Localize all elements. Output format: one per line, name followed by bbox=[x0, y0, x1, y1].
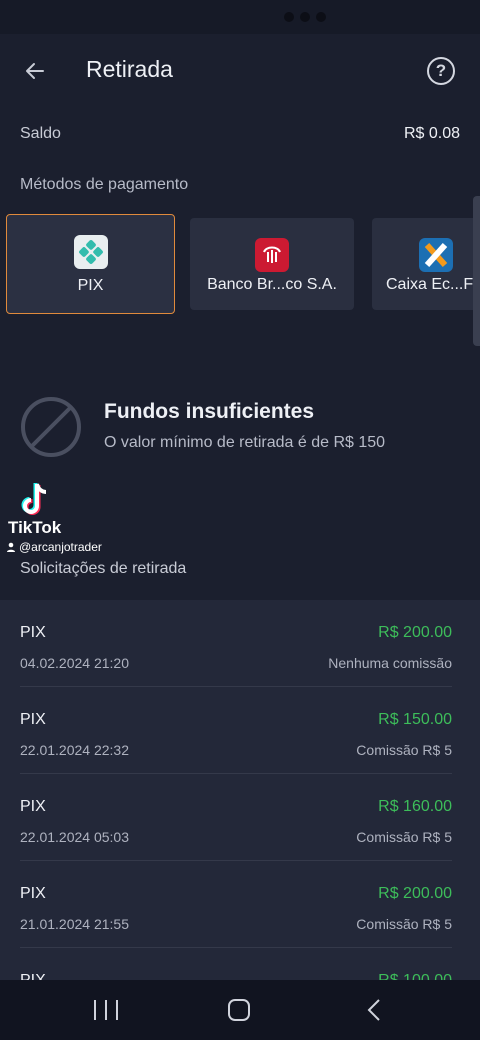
balance-row: Saldo R$ 0.08 bbox=[20, 122, 460, 146]
notice-text: O valor mínimo de retirada é de R$ 150 bbox=[104, 434, 386, 451]
list-item[interactable]: PIX R$ 150.00 22.01.2024 22:32 Comissão … bbox=[20, 687, 452, 774]
bradesco-icon bbox=[255, 238, 289, 272]
scrollbar[interactable] bbox=[473, 196, 480, 346]
request-method: PIX bbox=[20, 972, 46, 980]
request-date: 22.01.2024 05:03 bbox=[20, 829, 129, 845]
page-title: Retirada bbox=[86, 56, 173, 82]
request-amount: R$ 200.00 bbox=[378, 885, 452, 902]
request-fee: Comissão R$ 5 bbox=[356, 916, 452, 932]
help-button[interactable]: ? bbox=[427, 57, 455, 85]
pix-icon bbox=[73, 235, 108, 269]
request-method: PIX bbox=[20, 885, 46, 902]
payment-method-label: Caixa Ec...Fe bbox=[386, 276, 480, 293]
system-navigation-bar bbox=[0, 980, 480, 1040]
tiktok-brand: TikTok bbox=[8, 518, 62, 537]
recent-apps-button[interactable] bbox=[94, 1000, 118, 1020]
tiktok-logo-icon bbox=[21, 483, 47, 515]
request-method: PIX bbox=[20, 624, 46, 641]
request-fee: Comissão R$ 5 bbox=[356, 829, 452, 845]
balance-label: Saldo bbox=[20, 125, 61, 142]
request-amount: R$ 160.00 bbox=[378, 798, 452, 815]
payment-methods-carousel[interactable]: PIX Banco Br...co S.A. Caixa Ec...Fe bbox=[0, 214, 480, 314]
balance-value: R$ 0.08 bbox=[403, 125, 460, 142]
insufficient-funds-notice: Fundos insuficientes O valor mínimo de r… bbox=[20, 392, 460, 462]
request-fee: Comissão R$ 5 bbox=[356, 742, 452, 758]
payment-method-caixa[interactable]: Caixa Ec...Fe bbox=[372, 218, 480, 310]
request-date: 21.01.2024 21:55 bbox=[20, 916, 129, 932]
status-bar bbox=[0, 0, 480, 34]
camera-cutout bbox=[284, 12, 326, 22]
caixa-icon bbox=[419, 238, 453, 272]
request-method: PIX bbox=[20, 711, 46, 728]
notice-title: Fundos insuficientes bbox=[104, 400, 315, 423]
request-method: PIX bbox=[20, 798, 46, 815]
list-item[interactable]: PIX R$ 160.00 22.01.2024 05:03 Comissão … bbox=[20, 774, 452, 861]
home-button[interactable] bbox=[228, 999, 250, 1021]
recent-apps-icon bbox=[94, 1000, 96, 1020]
request-fee: Nenhuma comissão bbox=[328, 655, 452, 671]
payment-methods-label: Métodos de pagamento bbox=[20, 176, 189, 193]
payment-method-pix[interactable]: PIX bbox=[6, 214, 175, 314]
request-date: 22.01.2024 22:32 bbox=[20, 742, 129, 758]
list-item[interactable]: PIX R$ 100.00 bbox=[20, 948, 452, 980]
request-amount: R$ 150.00 bbox=[378, 711, 452, 728]
tiktok-username: @arcanjotrader bbox=[6, 540, 102, 554]
question-icon: ? bbox=[435, 61, 447, 80]
list-item[interactable]: PIX R$ 200.00 04.02.2024 21:20 Nenhuma c… bbox=[20, 600, 452, 687]
ban-icon bbox=[21, 397, 81, 457]
arrow-left-icon bbox=[26, 63, 44, 79]
list-item[interactable]: PIX R$ 200.00 21.01.2024 21:55 Comissão … bbox=[20, 861, 452, 948]
withdrawal-requests-list[interactable]: PIX R$ 200.00 04.02.2024 21:20 Nenhuma c… bbox=[0, 600, 480, 980]
app-header: Retirada ? bbox=[0, 34, 480, 108]
back-button[interactable] bbox=[20, 56, 50, 86]
nav-back-button[interactable] bbox=[364, 998, 384, 1022]
request-amount: R$ 200.00 bbox=[378, 624, 452, 641]
request-date: 04.02.2024 21:20 bbox=[20, 655, 129, 671]
payment-method-label: PIX bbox=[77, 277, 104, 294]
person-icon bbox=[7, 542, 15, 552]
payment-method-label: Banco Br...co S.A. bbox=[207, 276, 337, 293]
chevron-left-icon bbox=[367, 999, 380, 1021]
tiktok-watermark: TikTok @arcanjotrader bbox=[6, 482, 146, 558]
payment-method-bradesco[interactable]: Banco Br...co S.A. bbox=[190, 218, 354, 310]
request-amount: R$ 100.00 bbox=[378, 972, 452, 980]
tiktok-username-text: @arcanjotrader bbox=[19, 540, 102, 554]
withdrawal-requests-label: Solicitações de retirada bbox=[20, 560, 187, 577]
